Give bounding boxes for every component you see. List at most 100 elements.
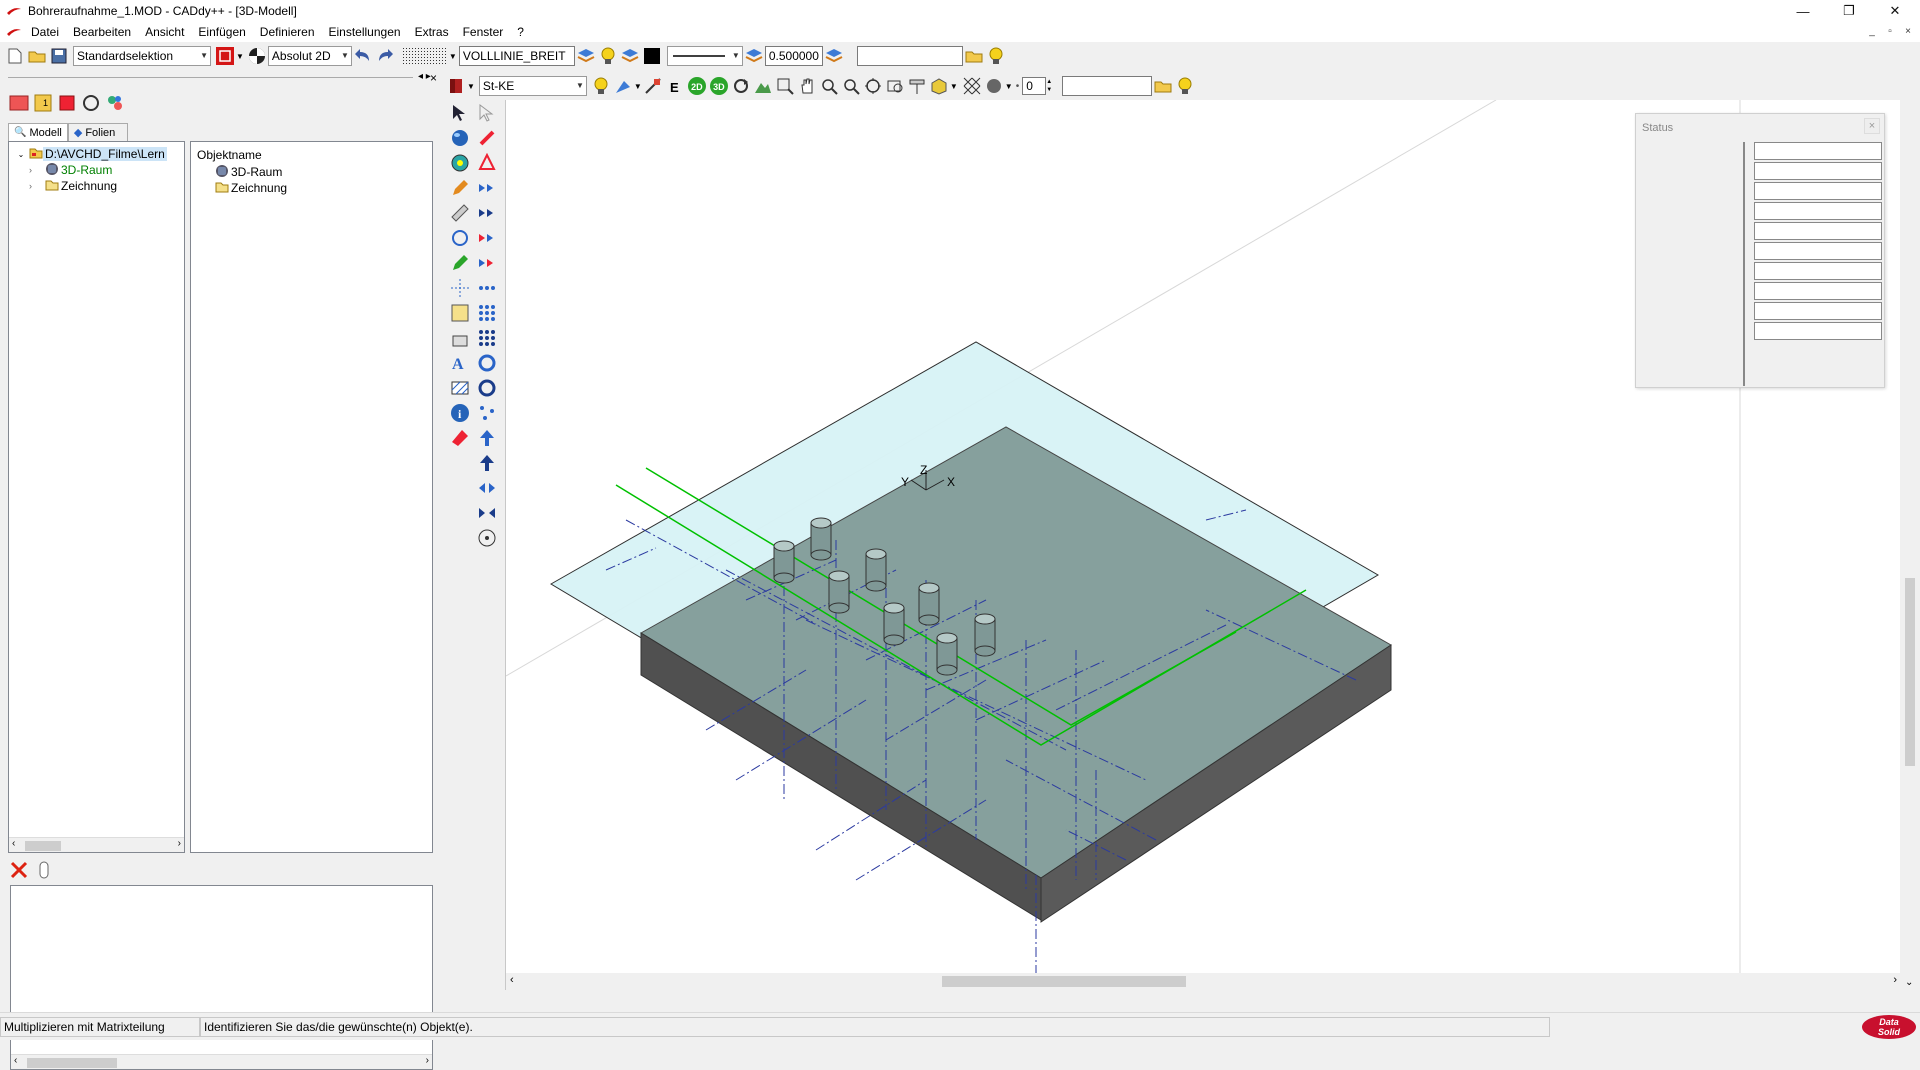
mdi-minimize-button[interactable]: _ xyxy=(1864,26,1880,37)
view-3d-button[interactable]: 3D xyxy=(709,76,729,96)
zoom-in-icon[interactable] xyxy=(819,76,839,96)
scroll-thumb[interactable] xyxy=(942,976,1186,987)
mdi-close-button[interactable]: × xyxy=(1900,26,1916,37)
coordinate-mode-select[interactable]: Absolut 2D ▼ xyxy=(267,46,352,66)
hatch-icon[interactable] xyxy=(447,376,473,400)
expand-chevron-icon[interactable]: ⌄ xyxy=(13,150,29,159)
lightbulb-icon[interactable] xyxy=(598,46,618,66)
pencil-icon[interactable] xyxy=(447,176,473,200)
layer-stack-icon[interactable] xyxy=(744,46,764,66)
tree-hscrollbar[interactable]: ‹ › xyxy=(9,837,184,852)
linetype-field[interactable]: VOLLLINIE_BREIT xyxy=(458,46,575,66)
grid-pattern-icon[interactable] xyxy=(402,46,448,66)
delete-x-icon[interactable] xyxy=(9,860,29,880)
lightbulb-icon[interactable] xyxy=(591,76,611,96)
terrain-view-icon[interactable] xyxy=(753,76,773,96)
chevron-down-icon[interactable]: ▼ xyxy=(236,52,244,61)
folder-layers-icon[interactable] xyxy=(1153,76,1173,96)
line-style-select[interactable]: ▼ xyxy=(666,46,743,66)
zoom-previous-icon[interactable] xyxy=(885,76,905,96)
dimension-icon[interactable] xyxy=(447,301,473,325)
tree-item-3d-raum[interactable]: › 3D-Raum xyxy=(29,162,112,178)
eraser-icon[interactable] xyxy=(447,426,473,450)
panel-pin-icon[interactable]: ◂ ▸ xyxy=(418,71,431,82)
text-tool-icon[interactable]: A xyxy=(447,351,473,375)
selection-frame-icon[interactable] xyxy=(215,46,235,66)
redo-icon[interactable] xyxy=(375,46,395,66)
menu-einstellungen[interactable]: Einstellungen xyxy=(322,22,408,42)
center-point-icon[interactable] xyxy=(474,526,500,550)
line-width-field[interactable]: 0.500000 xyxy=(764,46,823,66)
view-2d-button[interactable]: 2D xyxy=(687,76,707,96)
symbol-icon[interactable] xyxy=(447,326,473,350)
menu-help[interactable]: ? xyxy=(510,22,531,42)
join-icon[interactable] xyxy=(474,501,500,525)
save-icon[interactable] xyxy=(49,46,69,66)
menu-datei[interactable]: Datei xyxy=(24,22,66,42)
rotate-copy-icon[interactable] xyxy=(474,351,500,375)
menu-fenster[interactable]: Fenster xyxy=(456,22,511,42)
menu-extras[interactable]: Extras xyxy=(408,22,456,42)
pan-hand-icon[interactable] xyxy=(797,76,817,96)
tab-modell[interactable]: 🔍 Modell xyxy=(8,123,68,141)
copy-points-icon[interactable] xyxy=(474,151,500,175)
move-right-icon[interactable] xyxy=(474,176,500,200)
layer-stack-icon[interactable] xyxy=(576,46,596,66)
selection-mode-select[interactable]: Standardselektion ▼ xyxy=(73,46,211,66)
rotate-view-icon[interactable] xyxy=(731,76,751,96)
menu-definieren[interactable]: Definieren xyxy=(253,22,322,42)
properties-hscrollbar[interactable]: ‹ › xyxy=(11,1054,432,1069)
arrow-up-dark-icon[interactable] xyxy=(474,451,500,475)
rotate-icon[interactable] xyxy=(474,376,500,400)
dotted-row-icon[interactable] xyxy=(474,276,500,300)
expand-chevron-icon[interactable]: › xyxy=(29,165,45,175)
close-button[interactable]: ✕ xyxy=(1872,0,1918,22)
view-text-field[interactable] xyxy=(1062,76,1153,96)
object-color-icon[interactable] xyxy=(446,76,466,96)
menu-ansicht[interactable]: Ansicht xyxy=(138,22,191,42)
matrix-multi-icon[interactable] xyxy=(474,326,500,350)
trim-icon[interactable] xyxy=(474,126,500,150)
chevron-down-icon[interactable]: ▼ xyxy=(634,82,642,91)
crosshair-icon[interactable] xyxy=(447,276,473,300)
chevron-down-icon[interactable]: ▼ xyxy=(950,82,958,91)
solid-box-icon[interactable] xyxy=(929,76,949,96)
select-disabled-icon[interactable] xyxy=(474,101,500,125)
scatter-copy-icon[interactable] xyxy=(474,401,500,425)
layer-stack-icon[interactable] xyxy=(824,46,844,66)
tree-item-zeichnung[interactable]: › Zeichnung xyxy=(29,178,117,194)
menu-einfuegen[interactable]: Einfügen xyxy=(191,22,252,42)
refresh-tool-icon[interactable] xyxy=(81,93,101,113)
tab-folien[interactable]: ◆ Folien xyxy=(67,123,128,141)
zoom-out-icon[interactable] xyxy=(841,76,861,96)
new-file-icon[interactable] xyxy=(5,46,25,66)
chevron-down-icon[interactable]: ▼ xyxy=(467,82,475,91)
chevron-down-icon[interactable]: ▼ xyxy=(1005,82,1013,91)
expand-chevron-icon[interactable]: › xyxy=(29,181,45,191)
select-arrow-icon[interactable] xyxy=(447,101,473,125)
layer-tool-icon[interactable]: 1 xyxy=(33,93,53,113)
edit-line-icon[interactable] xyxy=(643,76,663,96)
delete-tool-icon[interactable] xyxy=(57,93,77,113)
edge-e-icon[interactable]: E xyxy=(665,76,685,96)
arrow-up-icon[interactable] xyxy=(474,426,500,450)
move-double-icon[interactable] xyxy=(474,201,500,225)
spin-arrows[interactable]: ▲ ▼ xyxy=(1046,78,1052,94)
measure-icon[interactable] xyxy=(447,201,473,225)
transform-icon[interactable] xyxy=(447,226,473,250)
layer-select[interactable]: St-KE ▼ xyxy=(478,76,587,96)
hatch-grid-icon[interactable] xyxy=(962,76,982,96)
document-logo-icon[interactable] xyxy=(6,27,22,37)
lightbulb-icon[interactable] xyxy=(986,46,1006,66)
folder-layers-icon[interactable] xyxy=(964,46,984,66)
panel-close-icon[interactable]: × xyxy=(430,71,437,85)
snap-tools-icon[interactable] xyxy=(613,76,633,96)
color-swatch-icon[interactable] xyxy=(642,46,662,66)
text-field[interactable] xyxy=(856,46,963,66)
zoom-window-icon[interactable] xyxy=(775,76,795,96)
circle-tool-icon[interactable] xyxy=(447,151,473,175)
section-plane-icon[interactable] xyxy=(907,76,927,96)
list-item[interactable]: 3D-Raum xyxy=(215,164,282,180)
coordinate-mode-icon[interactable] xyxy=(247,46,267,66)
viewport-hscrollbar[interactable]: ‹ › xyxy=(506,973,1901,990)
